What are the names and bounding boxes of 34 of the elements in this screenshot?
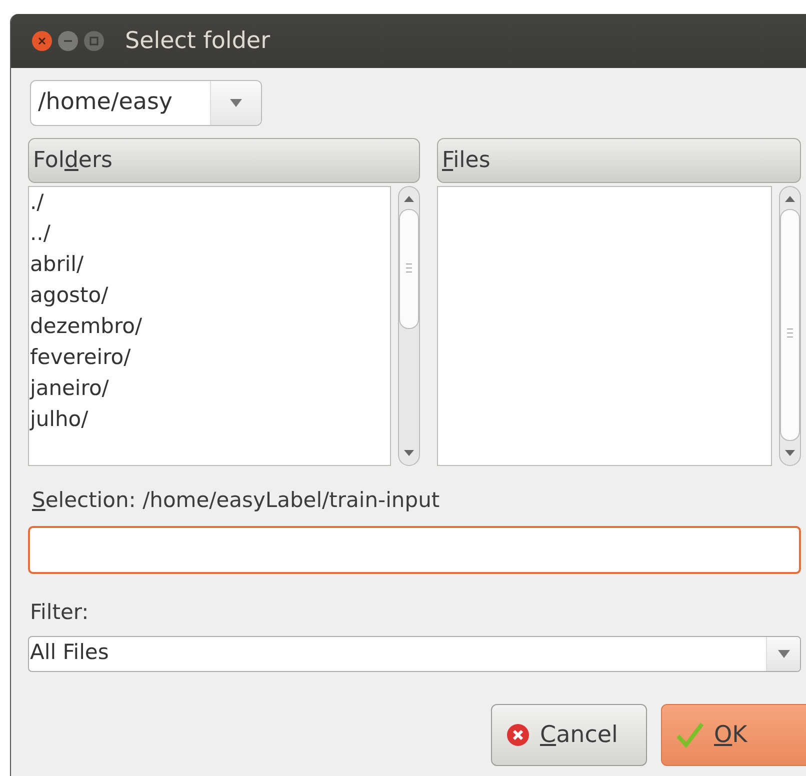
folder-item[interactable]: agosto/ xyxy=(29,280,390,311)
folder-item[interactable]: fevereiro/ xyxy=(29,342,390,373)
cancel-button[interactable]: Cancel xyxy=(491,704,647,766)
filter-combo[interactable]: All Files xyxy=(28,636,801,672)
maximize-icon[interactable] xyxy=(83,30,105,52)
ok-button[interactable]: OK xyxy=(661,704,806,766)
path-combo[interactable]: /home/easy xyxy=(30,80,262,126)
scrollbar[interactable] xyxy=(779,186,801,466)
close-icon[interactable] xyxy=(31,30,53,52)
dropdown-icon[interactable] xyxy=(778,650,790,658)
folder-item[interactable]: abril/ xyxy=(29,249,390,280)
cancel-icon xyxy=(506,723,530,747)
selection-input[interactable] xyxy=(28,526,801,574)
folder-item[interactable]: ../ xyxy=(29,218,390,249)
scroll-thumb[interactable] xyxy=(399,209,419,329)
scroll-up-icon[interactable] xyxy=(784,195,796,203)
scroll-up-icon[interactable] xyxy=(403,195,415,203)
scroll-thumb[interactable] xyxy=(780,209,800,441)
window-title: Select folder xyxy=(125,28,270,54)
checkmark-icon xyxy=(676,722,704,748)
minimize-icon[interactable] xyxy=(57,30,79,52)
scroll-down-icon[interactable] xyxy=(403,449,415,457)
files-header[interactable]: Files xyxy=(437,138,801,183)
folder-item[interactable]: dezembro/ xyxy=(29,311,390,342)
folders-header[interactable]: Folders xyxy=(28,138,420,183)
folder-item[interactable]: julho/ xyxy=(29,404,390,435)
folder-item[interactable]: ./ xyxy=(29,187,390,218)
filter-label: Filter: xyxy=(30,600,89,624)
dropdown-icon[interactable] xyxy=(230,99,242,107)
filter-text: All Files xyxy=(29,639,110,666)
selection-label: Selection: /home/easyLabel/train-input xyxy=(32,488,440,512)
folder-item[interactable]: janeiro/ xyxy=(29,373,390,404)
scrollbar[interactable] xyxy=(398,186,420,466)
scroll-down-icon[interactable] xyxy=(784,449,796,457)
